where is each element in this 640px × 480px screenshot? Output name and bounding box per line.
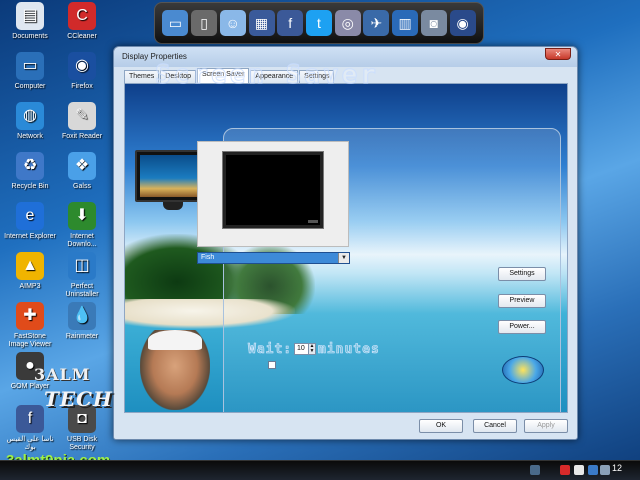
- desktop-icon[interactable]: ✎ Foxit Reader: [56, 102, 108, 141]
- foxit-reader-icon: ✎: [68, 102, 96, 130]
- cancel-button[interactable]: Cancel: [473, 419, 517, 433]
- equalizer-icon[interactable]: ▥: [392, 10, 419, 36]
- desktop-icon[interactable]: ▲ AIMP3: [4, 252, 56, 291]
- minutes-label: minutes: [318, 342, 380, 358]
- person-cap: [148, 330, 202, 350]
- aimp3-icon: ▲: [16, 252, 44, 280]
- taskbar: [0, 460, 640, 480]
- desktop-icon[interactable]: C CCleaner: [56, 2, 108, 41]
- wait-value: 10: [297, 345, 305, 352]
- network-tray-icon[interactable]: [588, 465, 598, 475]
- decorative-logo-badge: [502, 356, 544, 384]
- dvd-icon[interactable]: ◉: [449, 10, 476, 36]
- apply-button[interactable]: Apply: [524, 419, 568, 433]
- door-icon[interactable]: ▯: [191, 10, 218, 36]
- desktop-icon[interactable]: ⬇ Internet Downlo...: [56, 202, 108, 249]
- preview-monitor-screen: [223, 152, 323, 228]
- desktop-icon-label: Internet Explorer: [4, 233, 56, 240]
- monitor-power-light: [308, 220, 318, 223]
- desktop-icon-label: Computer: [14, 83, 46, 90]
- wait-label: Wait:: [248, 342, 293, 358]
- desktop-icon[interactable]: e Internet Explorer: [4, 202, 56, 241]
- faststone-icon: ✚: [16, 302, 44, 330]
- chevron-down-icon[interactable]: ▼: [338, 253, 349, 263]
- desktop-icon-label: USB Disk Security: [67, 436, 97, 451]
- internet-explorer-icon: e: [16, 202, 44, 230]
- ccleaner-icon: C: [68, 2, 96, 30]
- resume-password-checkbox[interactable]: [268, 361, 276, 369]
- facebook-icon[interactable]: f: [277, 10, 304, 36]
- twitter-icon[interactable]: t: [305, 10, 332, 36]
- desktop-icon[interactable]: ▭ Computer: [4, 52, 56, 91]
- show-desktop-icon[interactable]: [530, 465, 540, 475]
- desktop-icon[interactable]: ▤ Documents: [4, 2, 56, 41]
- desktop-icon-label: Foxit Reader: [61, 133, 103, 140]
- desktop-icon-label: Documents: [12, 33, 48, 40]
- finder-icon[interactable]: ☺: [219, 10, 246, 36]
- desktop-icon-label: Perfect Uninstaller: [65, 283, 99, 298]
- watermark-line-2: TECH: [44, 387, 113, 411]
- desktop-icon-label: AIMP3: [19, 283, 41, 290]
- desktop-icon-label: FastStone Image Viewer: [8, 333, 52, 348]
- desktop-icon[interactable]: f ناسا على القيس بوك: [4, 405, 56, 452]
- desktop-icon-label: Rainmeter: [65, 333, 99, 340]
- monitor-icon[interactable]: ▭: [162, 10, 189, 36]
- preview-button[interactable]: Preview: [498, 294, 546, 308]
- desktop-icon[interactable]: ♻ Recycle Bin: [4, 152, 56, 191]
- desktop-icon-label: Internet Downlo...: [67, 233, 97, 248]
- desktop-icon[interactable]: ✚ FastStone Image Viewer: [4, 302, 56, 349]
- desktop-icon[interactable]: ◉ Firefox: [56, 52, 108, 91]
- desktop-icon-label: ناسا على القيس بوك: [6, 436, 54, 451]
- rainmeter-icon: 💧: [68, 302, 96, 330]
- desktop-icon[interactable]: ◘ USB Disk Security: [56, 405, 108, 452]
- desktop-icon-label: Galss: [73, 183, 91, 190]
- desktop-icon-label: Recycle Bin: [11, 183, 49, 190]
- taskbar-clock: 12: [612, 463, 623, 473]
- close-button[interactable]: ✕: [545, 48, 571, 60]
- disk-utility-icon[interactable]: ◎: [334, 10, 361, 36]
- watermark-line-1: 3ALM: [34, 365, 91, 384]
- network-globe-icon: ◍: [16, 102, 44, 130]
- facebook-app-icon: f: [16, 405, 44, 433]
- calculator-icon[interactable]: ▦: [248, 10, 275, 36]
- desktop-icon-label: Firefox: [71, 83, 93, 90]
- screensaver-select-value: Fish: [201, 254, 215, 261]
- power-button[interactable]: Power...: [498, 320, 546, 334]
- desktop-icon[interactable]: 💧 Rainmeter: [56, 302, 108, 341]
- settings-button[interactable]: Settings: [498, 267, 546, 281]
- folder-documents-icon: ▤: [16, 2, 44, 30]
- desktop-icon[interactable]: ◍ Network: [4, 102, 56, 141]
- desktop-icon-label: CCleaner: [67, 33, 97, 40]
- screensaver-heading: Screen Saver: [155, 60, 379, 91]
- satellite-icon[interactable]: ✈: [363, 10, 390, 36]
- volume-tray-icon[interactable]: [600, 465, 610, 475]
- flag-tray-icon[interactable]: [574, 465, 584, 475]
- wait-minutes-input[interactable]: 10 ▲ ▼: [294, 343, 316, 355]
- internet-download-icon: ⬇: [68, 202, 96, 230]
- camera-icon[interactable]: ◙: [420, 10, 447, 36]
- computer-icon: ▭: [16, 52, 44, 80]
- perfect-uninstaller-icon: ◫: [68, 252, 96, 280]
- galss-icon: ❖: [68, 152, 96, 180]
- spinner-arrows-icon[interactable]: ▲ ▼: [308, 344, 315, 354]
- desktop-icon[interactable]: ◫ Perfect Uninstaller: [56, 252, 108, 299]
- desktop-icon-label: Network: [17, 133, 43, 140]
- firefox-icon: ◉: [68, 52, 96, 80]
- ok-button[interactable]: OK: [419, 419, 463, 433]
- monitor-stand: [163, 202, 183, 210]
- desktop-icon[interactable]: ❖ Galss: [56, 152, 108, 191]
- screensaver-preview-frame: [197, 141, 349, 247]
- shield-tray-icon[interactable]: [560, 465, 570, 475]
- top-dock: ▭ ▯ ☺ ▦ f t ◎ ✈ ▥ ◙ ◉: [154, 2, 484, 44]
- screensaver-select[interactable]: Fish ▼: [197, 252, 350, 264]
- recycle-bin-icon: ♻: [16, 152, 44, 180]
